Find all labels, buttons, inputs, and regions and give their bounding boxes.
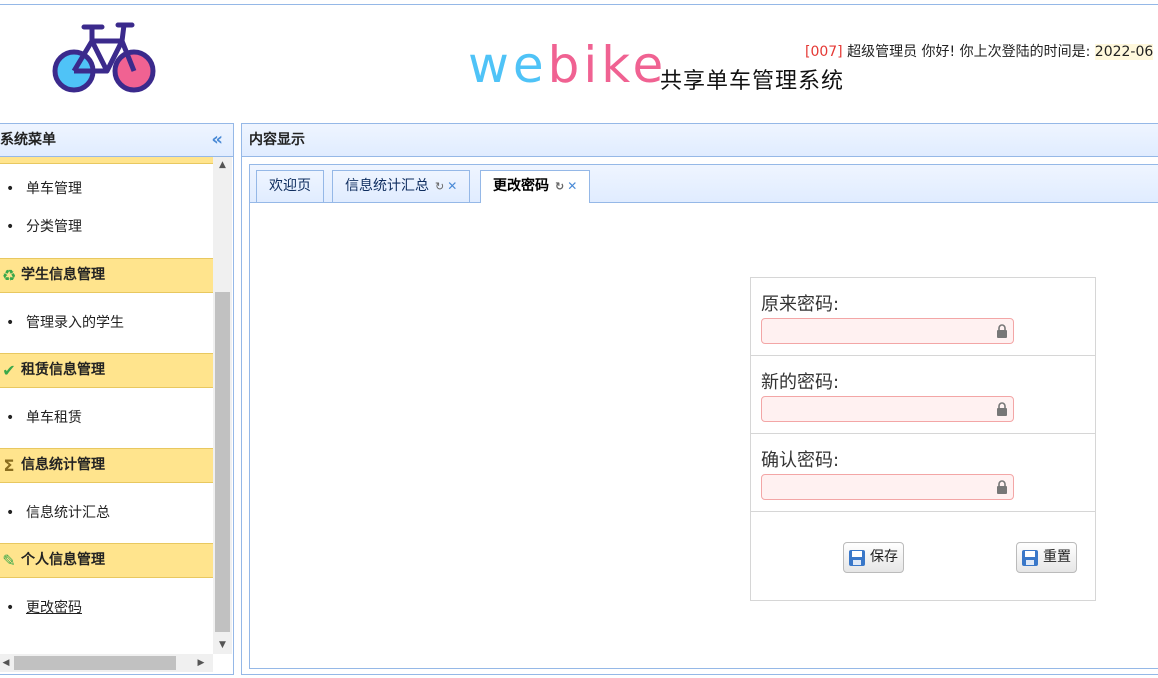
confirm-password-input[interactable] — [761, 474, 1014, 500]
system-menu-panel: 系统菜单 « 单车管理 分类管理 ♻ 学生信息管理 管理录入的学生 ✔ 租赁信息… — [0, 123, 234, 675]
lock-icon — [997, 324, 1007, 338]
menu-group-personal-info[interactable]: ✎ 个人信息管理 — [0, 543, 213, 578]
menu-group-rental-info[interactable]: ✔ 租赁信息管理 — [0, 353, 213, 388]
old-password-input[interactable] — [761, 318, 1014, 344]
menu-item-bike-rental[interactable]: 单车租赁 — [6, 399, 213, 437]
system-menu-header: 系统菜单 « — [0, 124, 233, 157]
menu-item-bike-management[interactable]: 单车管理 — [6, 170, 213, 208]
new-password-label: 新的密码: — [761, 372, 840, 393]
scroll-right-arrow-icon[interactable]: ▶ — [195, 654, 207, 672]
menu-item-student-records[interactable]: 管理录入的学生 — [6, 304, 213, 342]
menu-item-category-management[interactable]: 分类管理 — [6, 208, 213, 246]
header: webike 共享单车管理系统 [007] 超级管理员 你好! 你上次登陆的时间… — [0, 5, 1158, 115]
menu-group-bottom-edge — [0, 157, 213, 164]
menu-item-change-password[interactable]: 更改密码 — [6, 589, 213, 627]
menu-group-title: 信息统计管理 — [21, 457, 105, 473]
content-panel-header: 内容显示 — [242, 124, 1158, 157]
brand-wordmark: webike — [468, 36, 668, 94]
tab-welcome[interactable]: 欢迎页 — [256, 170, 324, 202]
last-login-time: 2022-06 — [1094, 44, 1154, 60]
collapse-panel-icon[interactable]: « — [211, 124, 223, 156]
pencil-icon: ✎ — [2, 551, 16, 570]
menu-item-statistics-summary[interactable]: 信息统计汇总 — [6, 494, 213, 532]
sigma-icon: Σ — [3, 456, 15, 475]
content-panel-title: 内容显示 — [249, 132, 305, 148]
change-password-form: 原来密码: 新的密码: 确认密码: 保存 重置 — [750, 277, 1096, 601]
tab-statistics-summary[interactable]: 信息统计汇总 ↻ ✕ — [332, 170, 471, 202]
close-icon[interactable]: ✕ — [447, 179, 457, 193]
save-disk-icon — [849, 549, 865, 566]
menu-horizontal-scrollbar[interactable]: ◀ ▶ — [0, 654, 213, 672]
scroll-left-arrow-icon[interactable]: ◀ — [0, 654, 12, 672]
scroll-thumb[interactable] — [215, 292, 230, 632]
system-menu-title: 系统菜单 — [0, 132, 56, 148]
menu-group-student-info[interactable]: ♻ 学生信息管理 — [0, 258, 213, 293]
tab-change-password[interactable]: 更改密码 ↻ ✕ — [480, 170, 591, 203]
menu-group-title: 个人信息管理 — [21, 552, 105, 568]
bicycle-logo-icon — [52, 22, 156, 93]
user-id: [007] — [805, 44, 843, 60]
menu-group-title: 学生信息管理 — [21, 267, 105, 283]
menu-group-statistics[interactable]: Σ 信息统计管理 — [0, 448, 213, 483]
lock-icon — [997, 402, 1007, 416]
menu-group-title: 租赁信息管理 — [21, 362, 105, 378]
menu-vertical-scrollbar[interactable]: ▲ ▼ — [213, 157, 232, 654]
refresh-icon[interactable]: ↻ — [555, 180, 564, 193]
new-password-row: 新的密码: — [751, 356, 1095, 434]
new-password-input[interactable] — [761, 396, 1014, 422]
reset-button[interactable]: 重置 — [1016, 542, 1077, 573]
close-icon[interactable]: ✕ — [567, 179, 577, 193]
old-password-row: 原来密码: — [751, 278, 1095, 356]
welcome-message: [007] 超级管理员 你好! 你上次登陆的时间是: 2022-06 — [805, 41, 1154, 61]
scroll-up-arrow-icon[interactable]: ▲ — [213, 157, 232, 174]
recycle-icon: ♻ — [1, 266, 17, 285]
form-buttons: 保存 重置 — [751, 512, 1095, 602]
menu-area: 单车管理 分类管理 ♻ 学生信息管理 管理录入的学生 ✔ 租赁信息管理 单车租赁… — [0, 157, 213, 654]
check-icon: ✔ — [2, 361, 16, 380]
old-password-label: 原来密码: — [761, 294, 840, 315]
scroll-down-arrow-icon[interactable]: ▼ — [213, 637, 232, 654]
confirm-password-row: 确认密码: — [751, 434, 1095, 512]
lock-icon — [997, 480, 1007, 494]
brand-subtitle: 共享单车管理系统 — [660, 69, 845, 94]
refresh-icon[interactable]: ↻ — [435, 180, 444, 193]
tab-bar: 欢迎页 信息统计汇总 ↻ ✕ 更改密码 ↻ ✕ — [250, 165, 1158, 203]
confirm-password-label: 确认密码: — [761, 450, 840, 471]
save-disk-icon — [1022, 549, 1038, 566]
save-button[interactable]: 保存 — [843, 542, 904, 573]
scroll-thumb[interactable] — [14, 656, 176, 670]
welcome-text: 超级管理员 你好! 你上次登陆的时间是: — [842, 44, 1095, 60]
